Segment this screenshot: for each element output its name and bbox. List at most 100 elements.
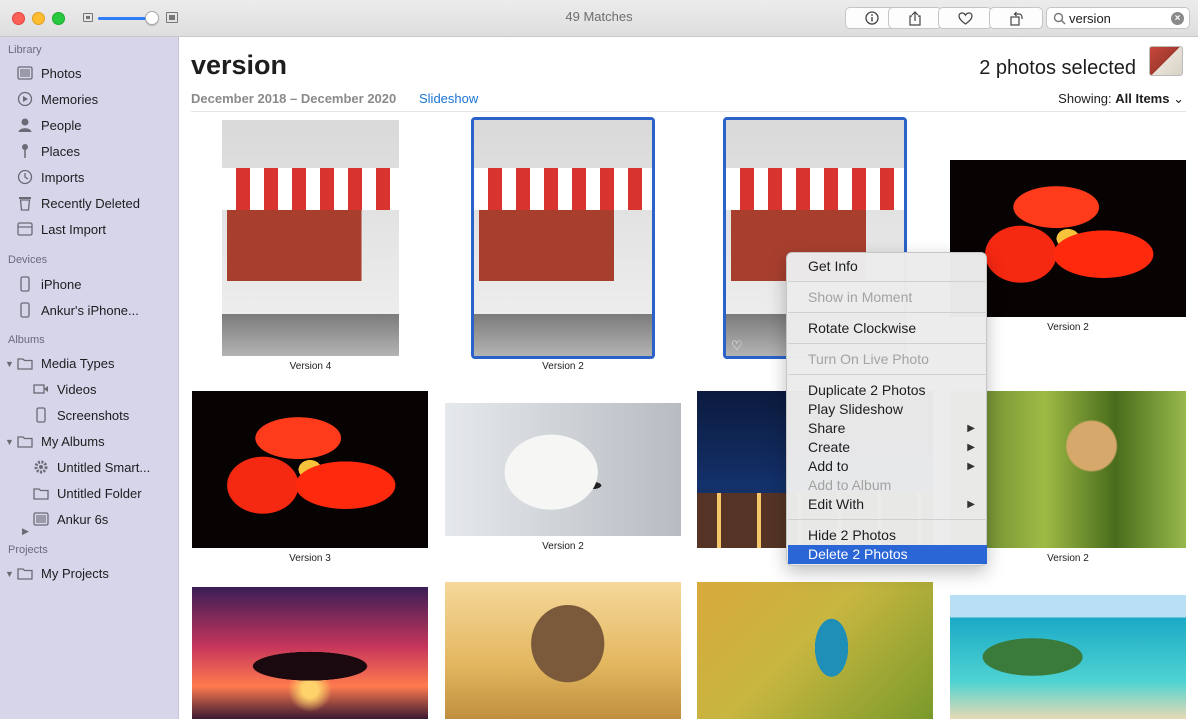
menu-item-hide[interactable]: Hide 2 Photos	[788, 526, 987, 545]
disclosure-closed-icon[interactable]: ▶	[22, 526, 29, 537]
folder-icon	[15, 354, 35, 372]
disclosure-open-icon[interactable]: ▼	[5, 569, 14, 579]
heart-icon	[957, 11, 973, 25]
menu-separator	[788, 343, 987, 344]
submenu-arrow-icon: ▶	[967, 423, 975, 434]
trash-icon	[15, 194, 35, 212]
disclosure-open-icon[interactable]: ▼	[5, 359, 14, 369]
sidebar-item-places[interactable]: Places	[15, 140, 80, 162]
sidebar-item-label: Videos	[57, 381, 97, 397]
share-icon	[909, 10, 921, 26]
selection-thumbnail	[1149, 46, 1183, 76]
menu-item-edit-with[interactable]: Edit With ▶	[788, 495, 987, 514]
sidebar-item-label: Last Import	[41, 221, 107, 237]
menu-item-label: Share	[808, 420, 846, 436]
sidebar-item-my-projects[interactable]: My Projects	[15, 562, 109, 584]
sidebar-item-label: Ankur's iPhone...	[41, 302, 139, 318]
rotate-button[interactable]	[989, 7, 1043, 29]
sidebar-item-screenshots[interactable]: Screenshots	[31, 404, 129, 426]
menu-separator	[788, 281, 987, 282]
menu-item-show-in-moment: Show in Moment	[808, 289, 913, 305]
library-header: Library	[8, 44, 42, 56]
sidebar-item-untitled-smart[interactable]: Untitled Smart...	[31, 456, 150, 478]
search-input[interactable]	[1069, 10, 1169, 26]
photo-tile[interactable]	[697, 582, 933, 719]
sidebar-item-memories[interactable]: Memories	[15, 88, 98, 110]
sidebar-item-media-types[interactable]: Media Types	[15, 352, 114, 374]
sidebar-item-my-albums[interactable]: My Albums	[15, 430, 105, 452]
menu-item-label: Create	[808, 439, 851, 455]
search-field[interactable]: ×	[1046, 7, 1190, 29]
photo-tile[interactable]	[192, 391, 428, 548]
menu-item-create[interactable]: Create ▶	[788, 438, 987, 457]
places-icon	[15, 142, 35, 160]
showing-label: Showing:	[1058, 91, 1112, 106]
sidebar-item-untitled-folder[interactable]: Untitled Folder	[31, 482, 142, 504]
sidebar-item-photos[interactable]: Photos	[15, 62, 81, 84]
sidebar-item-people[interactable]: People	[15, 114, 81, 136]
showing-value: All Items	[1115, 91, 1170, 106]
menu-item-rotate-clockwise[interactable]: Rotate Clockwise	[788, 319, 987, 338]
favorite-button[interactable]	[938, 7, 992, 29]
showing-filter[interactable]: Showing: All Items ⌄	[1058, 91, 1184, 107]
photos-icon	[15, 64, 35, 82]
sidebar-item-ankurs-iphone[interactable]: Ankur's iPhone...	[15, 299, 139, 321]
menu-item-play-slideshow[interactable]: Play Slideshow	[788, 400, 987, 419]
page-title: version	[191, 50, 288, 80]
clear-search-icon[interactable]: ×	[1171, 12, 1184, 25]
photo-tile-selected[interactable]	[474, 120, 652, 356]
menu-separator	[788, 312, 987, 313]
iphone-icon	[15, 301, 35, 319]
photo-caption: Version 3	[289, 553, 331, 564]
sidebar-item-label: My Projects	[41, 565, 109, 581]
folder-icon	[15, 432, 35, 450]
menu-item-add-to[interactable]: Add to ▶	[788, 457, 987, 476]
sidebar-item-label: Imports	[41, 169, 85, 185]
photo-tile[interactable]	[222, 120, 399, 356]
menu-item-get-info[interactable]: Get Info	[788, 257, 987, 276]
memories-icon	[15, 90, 35, 108]
photo-caption: Version 4	[289, 361, 332, 372]
sidebar-item-imports[interactable]: Imports	[15, 166, 84, 188]
info-icon	[865, 11, 879, 25]
sidebar-item-videos[interactable]: Videos	[31, 378, 97, 400]
sidebar-item-iphone[interactable]: iPhone	[15, 273, 81, 295]
projects-header: Projects	[8, 544, 48, 556]
menu-separator	[788, 519, 987, 520]
menu-item-delete[interactable]: Delete 2 Photos	[788, 545, 987, 564]
sidebar-item-label: My Albums	[41, 433, 105, 449]
photo-tile[interactable]	[445, 403, 681, 536]
sidebar-item-label: Screenshots	[57, 407, 130, 423]
album-icon	[31, 510, 51, 528]
sidebar-item-label: iPhone	[41, 276, 82, 292]
heart-icon: ♡	[731, 338, 743, 353]
sidebar-item-label: Untitled Smart...	[57, 459, 151, 475]
disclosure-open-icon[interactable]: ▼	[5, 437, 14, 447]
menu-item-share[interactable]: Share ▶	[788, 419, 987, 438]
sidebar-item-label: Media Types	[41, 355, 115, 371]
menu-item-turn-on-live-photo: Turn On Live Photo	[808, 351, 929, 367]
share-button[interactable]	[888, 7, 942, 29]
rotate-icon	[1009, 11, 1023, 26]
people-icon	[15, 116, 35, 134]
sidebar-item-label: Untitled Folder	[57, 485, 142, 501]
sidebar-item-label: People	[41, 117, 82, 133]
sidebar-item-label: Places	[41, 143, 81, 159]
menu-item-label: Edit With	[808, 496, 865, 512]
sidebar-item-ankur-6s[interactable]: Ankur 6s	[31, 508, 108, 530]
submenu-arrow-icon: ▶	[967, 499, 975, 510]
sidebar-item-last-import[interactable]: Last Import	[15, 218, 106, 240]
sidebar-item-label: Memories	[41, 91, 99, 107]
photo-caption: Version 2	[542, 541, 584, 552]
menu-item-duplicate[interactable]: Duplicate 2 Photos	[788, 381, 987, 400]
folder-icon	[15, 564, 35, 582]
photo-tile[interactable]	[445, 582, 681, 719]
photo-tile[interactable]	[950, 595, 1186, 719]
sidebar-item-label: Photos	[41, 65, 82, 81]
submenu-arrow-icon: ▶	[967, 442, 975, 453]
albums-header: Albums	[8, 334, 45, 346]
sidebar: Library Photos Memories People Places Im…	[0, 37, 179, 719]
slideshow-link[interactable]: Slideshow	[419, 91, 478, 106]
photo-tile[interactable]	[192, 587, 428, 719]
sidebar-item-recently-deleted[interactable]: Recently Deleted	[15, 192, 140, 214]
